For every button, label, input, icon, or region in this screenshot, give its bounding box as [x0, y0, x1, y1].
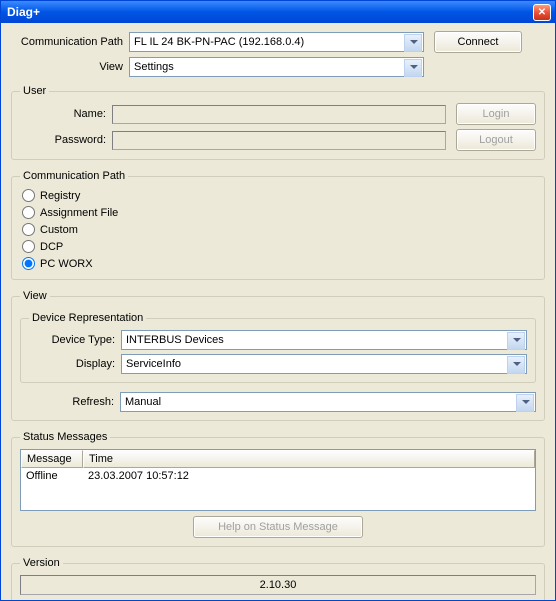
chevron-down-icon [410, 40, 418, 44]
comm-path-dropdown[interactable]: FL IL 24 BK-PN-PAC (192.168.0.4) [129, 32, 424, 52]
view-group: View Device Representation Device Type: … [11, 290, 545, 421]
help-status-button[interactable]: Help on Status Message [193, 516, 363, 538]
view-value: Settings [134, 61, 174, 73]
device-rep-legend: Device Representation [29, 312, 146, 324]
chevron-down-icon [513, 338, 521, 342]
device-type-value: INTERBUS Devices [126, 334, 224, 346]
radio-assignment[interactable]: Assignment File [20, 205, 536, 220]
radio-dcp[interactable]: DCP [20, 239, 536, 254]
status-messages-group: Status Messages Message Time Offline 23.… [11, 431, 545, 547]
radio-dcp-input[interactable] [22, 240, 35, 253]
radio-dcp-label: DCP [40, 241, 63, 253]
radio-registry[interactable]: Registry [20, 188, 536, 203]
radio-custom[interactable]: Custom [20, 222, 536, 237]
view-label: View [11, 61, 129, 73]
comm-path-row: Communication Path FL IL 24 BK-PN-PAC (1… [11, 31, 545, 53]
close-button[interactable]: ✕ [533, 4, 551, 21]
user-name-input[interactable] [112, 105, 446, 124]
status-messages-legend: Status Messages [20, 431, 110, 443]
display-value: ServiceInfo [126, 358, 181, 370]
display-label: Display: [29, 358, 121, 370]
comm-path-group: Communication Path Registry Assignment F… [11, 170, 545, 280]
connect-button[interactable]: Connect [434, 31, 522, 53]
user-name-label: Name: [20, 108, 112, 120]
radio-custom-input[interactable] [22, 223, 35, 236]
user-password-input[interactable] [112, 131, 446, 150]
window-title: Diag+ [7, 5, 533, 19]
device-type-dropdown[interactable]: INTERBUS Devices [121, 330, 527, 350]
radio-assignment-input[interactable] [22, 206, 35, 219]
version-legend: Version [20, 557, 63, 569]
comm-path-label: Communication Path [11, 36, 129, 48]
login-button[interactable]: Login [456, 103, 536, 125]
version-group: Version 2.10.30 [11, 557, 545, 600]
chevron-down-icon [522, 400, 530, 404]
chevron-down-icon [513, 362, 521, 366]
refresh-value: Manual [125, 396, 161, 408]
version-value-box: 2.10.30 [20, 575, 536, 595]
view-dropdown[interactable]: Settings [129, 57, 424, 77]
radio-registry-label: Registry [40, 190, 80, 202]
status-row-time: 23.03.2007 10:57:12 [83, 470, 535, 485]
status-table: Message Time Offline 23.03.2007 10:57:12 [20, 449, 536, 511]
refresh-label: Refresh: [20, 396, 120, 408]
titlebar: Diag+ ✕ [1, 1, 555, 23]
main-window: Diag+ ✕ Communication Path FL IL 24 BK-P… [0, 0, 556, 601]
comm-path-value: FL IL 24 BK-PN-PAC (192.168.0.4) [134, 36, 304, 48]
radio-assignment-label: Assignment File [40, 207, 118, 219]
view-row: View Settings [11, 57, 545, 77]
client-area: Communication Path FL IL 24 BK-PN-PAC (1… [1, 23, 555, 600]
user-group: User Name: Login Password: Logout [11, 85, 545, 160]
radio-pcworx-label: PC WORX [40, 258, 93, 270]
device-rep-group: Device Representation Device Type: INTER… [20, 312, 536, 383]
logout-button[interactable]: Logout [456, 129, 536, 151]
version-value: 2.10.30 [260, 579, 297, 591]
status-row-message: Offline [21, 470, 83, 485]
radio-pcworx[interactable]: PC WORX [20, 256, 536, 271]
radio-custom-label: Custom [40, 224, 78, 236]
view-group-legend: View [20, 290, 50, 302]
status-table-body: Offline 23.03.2007 10:57:12 [21, 468, 535, 510]
chevron-down-icon [410, 65, 418, 69]
refresh-dropdown[interactable]: Manual [120, 392, 536, 412]
device-type-label: Device Type: [29, 334, 121, 346]
comm-path-legend: Communication Path [20, 170, 128, 182]
user-legend: User [20, 85, 49, 97]
status-col-message[interactable]: Message [21, 450, 83, 468]
radio-registry-input[interactable] [22, 189, 35, 202]
user-password-label: Password: [20, 134, 112, 146]
table-row[interactable]: Offline 23.03.2007 10:57:12 [21, 470, 535, 485]
status-col-time[interactable]: Time [83, 450, 535, 468]
close-icon: ✕ [538, 7, 546, 18]
status-table-header: Message Time [21, 450, 535, 468]
radio-pcworx-input[interactable] [22, 257, 35, 270]
display-dropdown[interactable]: ServiceInfo [121, 354, 527, 374]
